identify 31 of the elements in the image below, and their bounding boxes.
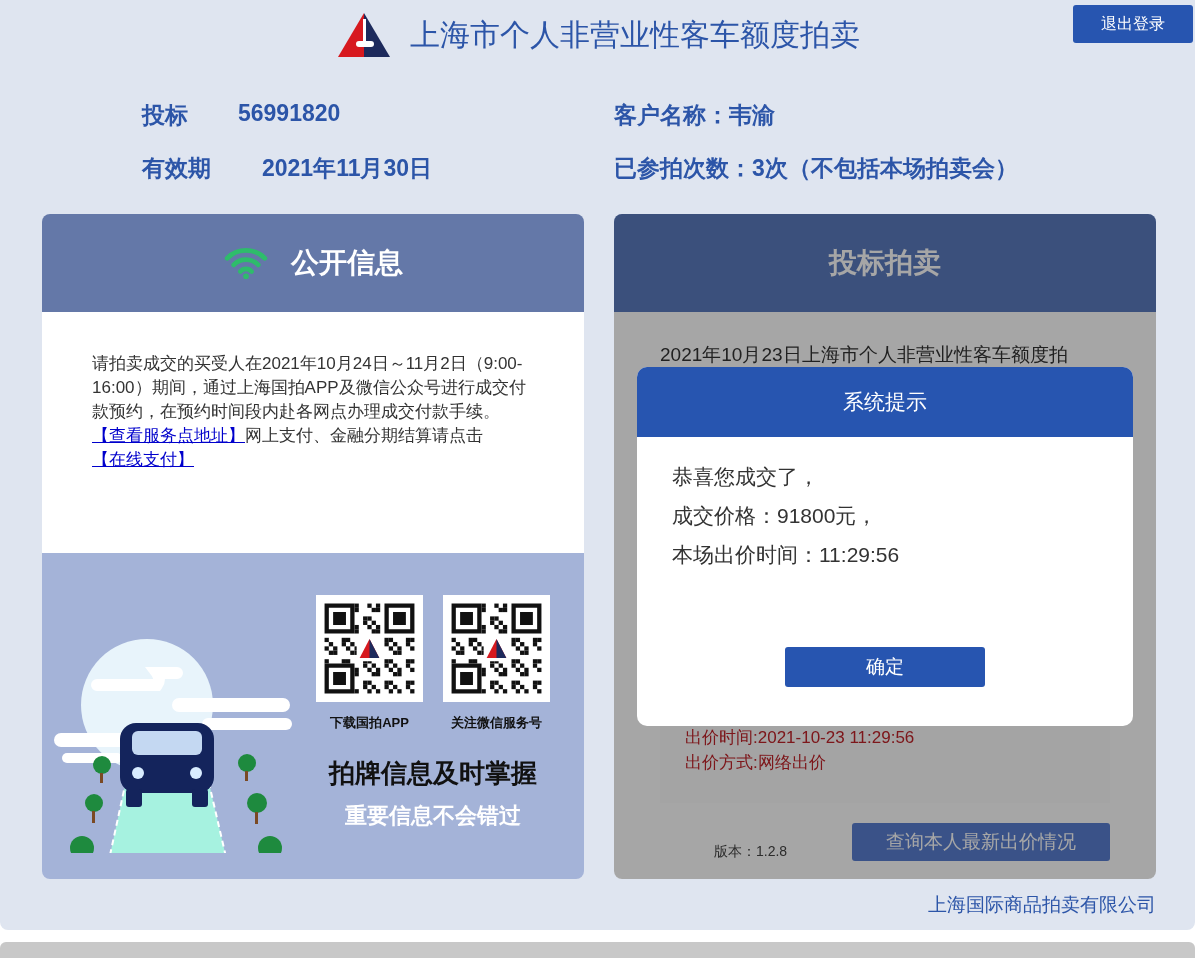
payment-notice: 请拍卖成交的买受人在2021年10月24日～11月2日（9:00-16:00）期间，通过上海国拍APP及微信公众号进行成交付款预约，在预约时间段内赴各网点办理成交付款手续。 — [92, 353, 527, 423]
dialog-message: 成交价格：91800元， — [672, 503, 879, 529]
panel-title: 投标拍卖 — [829, 246, 941, 280]
dialog-message: 本场出价时间：11:29:56 — [672, 542, 901, 568]
logo-icon — [335, 11, 392, 59]
bid-time: 出价时间:2021-10-23 11:29:56 — [685, 727, 916, 749]
auction-title: 2021年10月23日上海市个人非营业性客车额度拍 — [660, 343, 1069, 367]
promo-subslogan: 重要信息不会错过 — [345, 802, 521, 830]
dialog-title: 系统提示 — [843, 389, 927, 415]
logout-button[interactable]: 退出登录 — [1073, 5, 1193, 43]
wifi-icon — [223, 246, 269, 280]
qr-caption: 下载国拍APP — [330, 714, 409, 732]
info-label: 投标 — [142, 101, 189, 130]
confirm-button[interactable]: 确定 — [785, 647, 985, 687]
site-title: 上海市个人非营业性客车额度拍卖 — [409, 16, 860, 53]
bid-method: 出价方式:网络出价 — [685, 752, 827, 774]
bid-number: 56991820 — [238, 100, 341, 128]
version-text: 版本：1.2.8 — [714, 843, 788, 861]
validity-date: 2021年11月30日 — [262, 154, 433, 183]
service-address-link[interactable]: 【查看服务点地址】 — [92, 426, 245, 445]
participation-count: 已参拍次数：3次（不包括本场拍卖会） — [614, 154, 1019, 183]
promo-slogan: 拍牌信息及时掌握 — [329, 757, 537, 790]
horizontal-scrollbar[interactable] — [0, 942, 1195, 958]
online-payment-text: 网上支付、金融分期结算请点击 — [245, 426, 483, 445]
company-name: 上海国际商品拍卖有限公司 — [928, 892, 1156, 917]
dialog-message: 恭喜您成交了， — [672, 464, 820, 490]
panel-title: 公开信息 — [291, 246, 403, 280]
customer-name: 客户名称：韦渝 — [614, 101, 776, 130]
online-payment-link[interactable]: 【在线支付】 — [92, 450, 194, 469]
info-label: 有效期 — [142, 154, 212, 183]
qr-caption: 关注微信服务号 — [451, 714, 542, 732]
